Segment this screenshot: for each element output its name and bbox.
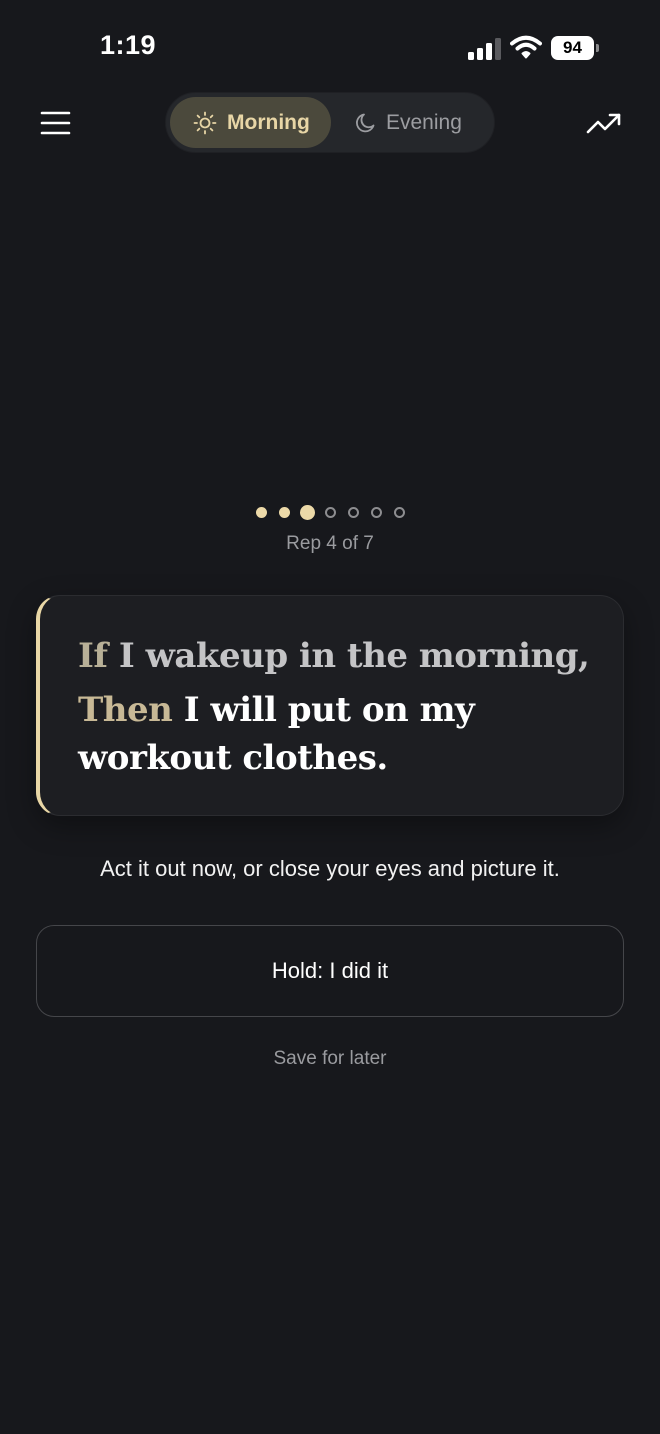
progress-dot [393, 507, 405, 518]
then-action-text: I will put on my [172, 690, 475, 730]
if-keyword: If [78, 636, 108, 676]
progress-dot [370, 507, 382, 518]
tab-evening-label: Evening [386, 111, 462, 134]
then-action-text-continued: workout clothes. [78, 738, 388, 778]
progress-dot [255, 507, 267, 518]
battery-icon: 94 [551, 36, 599, 60]
status-bar: 1:19 94 [0, 0, 660, 96]
battery-tip [596, 44, 599, 52]
menu-button[interactable] [36, 106, 76, 140]
progress-stats-button[interactable] [584, 106, 624, 140]
tab-evening[interactable]: Evening [334, 97, 490, 148]
battery-level: 94 [563, 38, 582, 57]
then-keyword: Then [78, 690, 173, 730]
cellular-signal-icon [468, 38, 501, 60]
hamburger-menu-icon [40, 111, 71, 135]
if-trigger-text: I wakeup in the morning, [107, 636, 590, 676]
status-time: 1:19 [100, 30, 157, 60]
hold-did-it-button[interactable]: Hold: I did it [36, 925, 624, 1017]
progress-dot [324, 507, 336, 518]
plan-card: If I wakeup in the morning, Then I will … [36, 595, 624, 816]
rep-progress-dots [0, 505, 660, 521]
top-nav: Morning Evening [0, 92, 660, 154]
progress-dot [299, 505, 315, 520]
if-line: If I wakeup in the morning, [78, 632, 608, 680]
sun-icon [193, 111, 217, 135]
wifi-icon [510, 35, 542, 59]
tab-morning-label: Morning [227, 111, 310, 134]
trending-up-icon [586, 113, 621, 134]
moon-icon [356, 113, 375, 133]
instruction-text: Act it out now, or close your eyes and p… [100, 856, 560, 881]
rep-counter: Rep 4 of 7 [286, 533, 374, 554]
save-for-later-link[interactable]: Save for later [0, 1048, 660, 1070]
progress-dot [278, 507, 290, 518]
plan-statement: If I wakeup in the morning, Then I will … [78, 632, 608, 782]
tab-morning[interactable]: Morning [170, 97, 331, 148]
then-line: Then I will put on my [78, 686, 608, 734]
mode-toggle: Morning Evening [165, 92, 495, 153]
progress-dot [347, 507, 359, 518]
